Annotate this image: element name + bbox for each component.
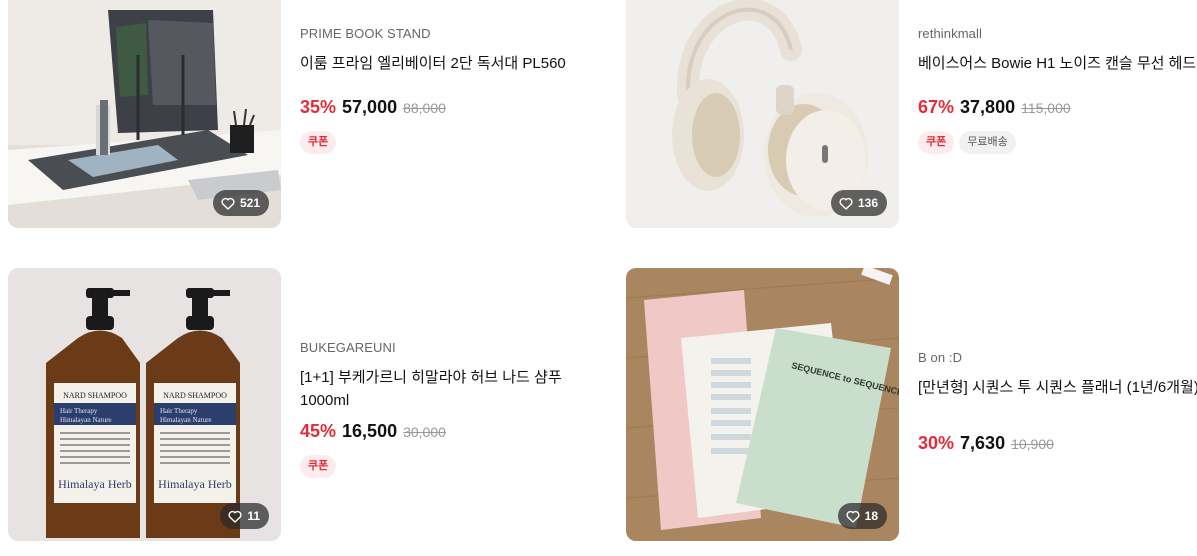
price-row: 30% 7,630 10,900 — [918, 433, 1197, 454]
coupon-badge: 쿠폰 — [300, 455, 337, 478]
product-info: PRIME BOOK STAND 이룸 프라임 엘리베이터 2단 독서대 PL5… — [300, 26, 620, 154]
shampoo-sub2-text: Himalayan Nature — [60, 416, 112, 424]
product-brand[interactable]: rethinkmall — [918, 26, 1197, 41]
like-count: 18 — [864, 509, 878, 523]
original-price: 88,000 — [403, 100, 446, 116]
product-card-headphones[interactable]: 136 rethinkmall 베이스어스 Bowie H1 노이즈 캔슬 무선… — [626, 0, 1197, 274]
shampoo-label-text: NARD SHAMPOO — [163, 391, 227, 400]
price-row: 45% 16,500 30,000 — [300, 421, 570, 442]
shampoo-name-text: Himalaya Herb — [58, 477, 132, 491]
product-brand[interactable]: B on :D — [918, 350, 1197, 365]
discount-rate: 30% — [918, 433, 955, 453]
like-count: 521 — [239, 196, 260, 210]
sale-price: 7,630 — [960, 433, 1006, 453]
product-image-planner[interactable]: SEQUENCE to SEQUENCE 18 — [626, 268, 899, 541]
shampoo-sub-text: Hair Therapy — [60, 407, 98, 415]
product-image-shampoo[interactable]: NARD SHAMPOO Hair Therapy Himalayan Natu… — [8, 268, 281, 541]
like-count-badge[interactable]: 136 — [830, 190, 887, 216]
discount-rate: 35% — [300, 97, 337, 117]
discount-rate: 67% — [918, 97, 955, 117]
product-image-headphones[interactable]: 136 — [626, 0, 899, 228]
product-image-book-stand[interactable]: 521 — [8, 0, 281, 228]
original-price: 10,900 — [1011, 436, 1054, 452]
heart-outline-icon — [839, 197, 853, 210]
product-title[interactable]: 베이스어스 Bowie H1 노이즈 캔슬 무선 헤드폰 — [918, 52, 1197, 75]
original-price: 30,000 — [403, 424, 446, 440]
tag-list: 쿠폰 무료배송 — [918, 131, 1197, 154]
shampoo-sub-text: Hair Therapy — [160, 407, 198, 415]
product-info: rethinkmall 베이스어스 Bowie H1 노이즈 캔슬 무선 헤드폰… — [918, 26, 1197, 154]
price-row: 67% 37,800 115,000 — [918, 97, 1197, 118]
like-count-badge[interactable]: 11 — [220, 503, 269, 529]
free-shipping-badge: 무료배송 — [959, 131, 1016, 154]
product-title[interactable]: 이룸 프라임 엘리베이터 2단 독서대 PL560 — [300, 52, 620, 75]
sale-price: 16,500 — [342, 421, 398, 441]
product-info: B on :D [만년형] 시퀀스 투 시퀀스 플래너 (1년/6개월) 30%… — [918, 350, 1197, 454]
like-count: 136 — [857, 196, 878, 210]
shampoo-label-text: NARD SHAMPOO — [63, 391, 127, 400]
original-price: 115,000 — [1021, 100, 1071, 116]
like-count: 11 — [247, 509, 260, 523]
discount-rate: 45% — [300, 421, 337, 441]
like-count-badge[interactable]: 18 — [837, 503, 887, 529]
coupon-badge: 쿠폰 — [300, 131, 337, 154]
tag-list: 쿠폰 — [300, 455, 570, 478]
price-row: 35% 57,000 88,000 — [300, 97, 620, 118]
product-card-book-stand[interactable]: 521 PRIME BOOK STAND 이룸 프라임 엘리베이터 2단 독서대… — [8, 0, 608, 274]
coupon-badge: 쿠폰 — [918, 131, 955, 154]
product-title[interactable]: [1+1] 부케가르니 히말라야 허브 나드 샴푸 1000ml — [300, 366, 570, 412]
product-brand[interactable]: PRIME BOOK STAND — [300, 26, 620, 41]
shampoo-sub2-text: Himalayan Nature — [160, 416, 212, 424]
like-count-badge[interactable]: 521 — [212, 190, 269, 216]
sale-price: 37,800 — [960, 97, 1016, 117]
heart-outline-icon — [846, 510, 860, 523]
shampoo-name-text: Himalaya Herb — [158, 477, 232, 491]
product-info: BUKEGAREUNI [1+1] 부케가르니 히말라야 허브 나드 샴푸 10… — [300, 340, 570, 478]
tag-list: 쿠폰 — [300, 131, 620, 154]
product-card-planner[interactable]: SEQUENCE to SEQUENCE 18 B on :D [만년형] 시퀀… — [626, 268, 1197, 542]
heart-outline-icon — [228, 510, 242, 523]
heart-outline-icon — [221, 197, 235, 210]
product-title[interactable]: [만년형] 시퀀스 투 시퀀스 플래너 (1년/6개월) — [918, 376, 1197, 399]
product-card-shampoo[interactable]: NARD SHAMPOO Hair Therapy Himalayan Natu… — [8, 268, 608, 542]
product-brand[interactable]: BUKEGAREUNI — [300, 340, 570, 355]
sale-price: 57,000 — [342, 97, 398, 117]
